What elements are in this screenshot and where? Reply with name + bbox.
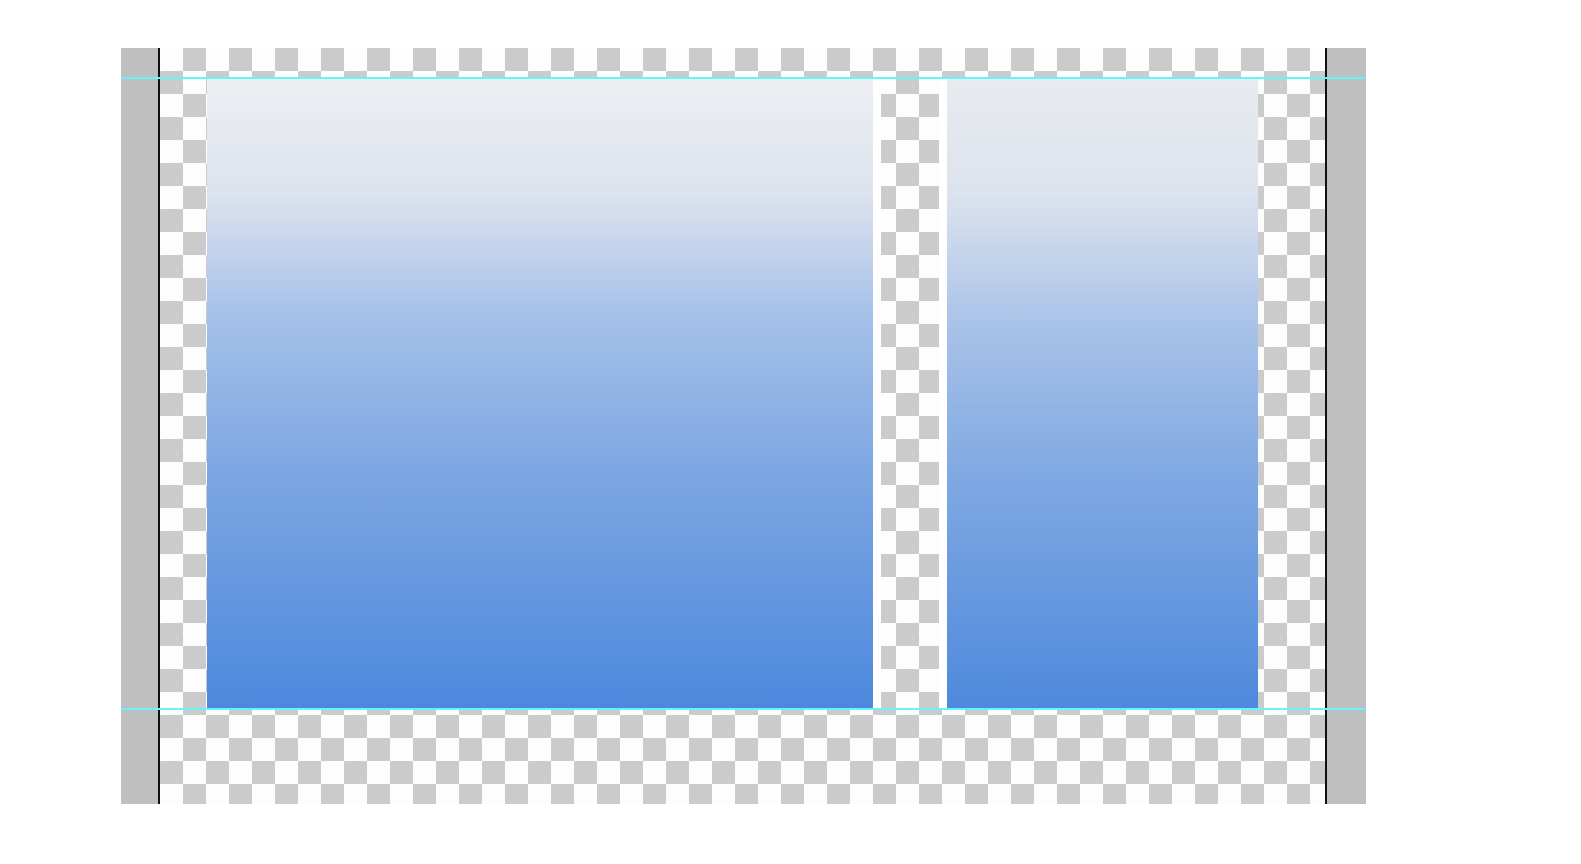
bottom-guide-line[interactable] [121,708,1366,710]
canvas-left-edge [158,48,160,804]
left-gradient-panel[interactable] [207,79,873,708]
canvas-right-edge [1325,48,1327,804]
left-panel-separator-strip [873,79,881,708]
right-panel-separator-strip [939,79,947,708]
right-gradient-panel[interactable] [947,79,1258,708]
image-editor-canvas-view [0,0,1581,864]
